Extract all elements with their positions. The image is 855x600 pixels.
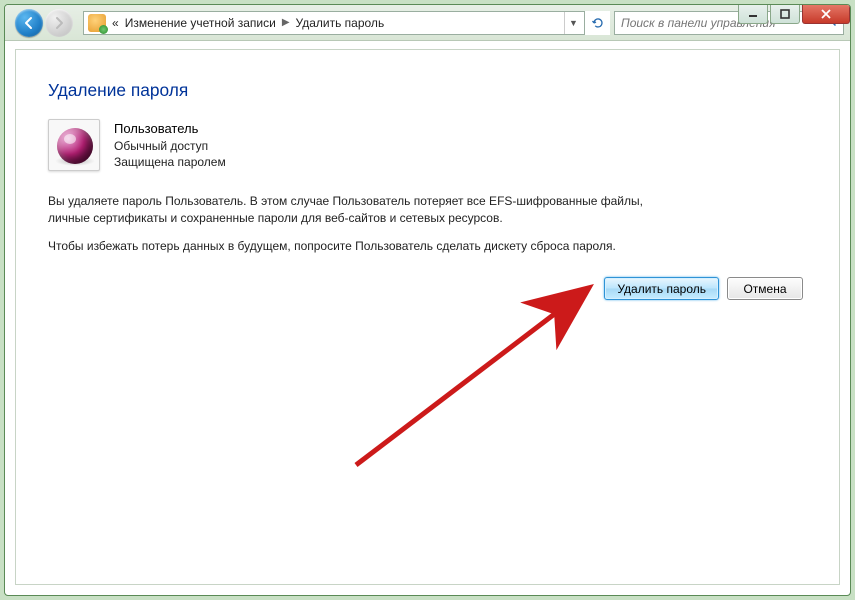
close-button[interactable]: [802, 4, 850, 24]
warning-paragraph-1: Вы удаляете пароль Пользователь. В этом …: [48, 193, 688, 228]
forward-button[interactable]: [45, 9, 73, 37]
user-avatar: [48, 119, 100, 171]
body-text: Вы удаляете пароль Пользователь. В этом …: [48, 193, 688, 255]
minimize-button[interactable]: [738, 4, 768, 24]
maximize-button[interactable]: [770, 4, 800, 24]
breadcrumb: « Изменение учетной записи ▶ Удалить пар…: [112, 16, 564, 30]
cancel-button[interactable]: Отмена: [727, 277, 803, 300]
user-info-text: Пользователь Обычный доступ Защищена пар…: [114, 120, 226, 170]
user-info-row: Пользователь Обычный доступ Защищена пар…: [48, 119, 807, 171]
user-protected-status: Защищена паролем: [114, 154, 226, 170]
address-dropdown-icon[interactable]: ▼: [564, 12, 582, 34]
refresh-button[interactable]: [584, 11, 610, 35]
location-icon: [88, 14, 106, 32]
caption-buttons: [736, 4, 850, 24]
back-button[interactable]: [15, 9, 43, 37]
user-access-level: Обычный доступ: [114, 138, 226, 154]
page-title: Удаление пароля: [48, 80, 807, 101]
content-pane: Удаление пароля Пользователь Обычный дос…: [15, 49, 840, 585]
breadcrumb-level2[interactable]: Удалить пароль: [296, 16, 385, 30]
breadcrumb-separator-icon[interactable]: ▶: [282, 17, 290, 28]
breadcrumb-prefix: «: [112, 16, 119, 30]
delete-password-button[interactable]: Удалить пароль: [604, 277, 719, 300]
warning-paragraph-2: Чтобы избежать потерь данных в будущем, …: [48, 238, 688, 255]
button-row: Удалить пароль Отмена: [48, 277, 807, 300]
window-frame: « Изменение учетной записи ▶ Удалить пар…: [4, 4, 851, 596]
user-name: Пользователь: [114, 120, 226, 138]
toolbar: « Изменение учетной записи ▶ Удалить пар…: [5, 5, 850, 41]
address-bar[interactable]: « Изменение учетной записи ▶ Удалить пар…: [83, 11, 585, 35]
breadcrumb-level1[interactable]: Изменение учетной записи: [125, 16, 276, 30]
